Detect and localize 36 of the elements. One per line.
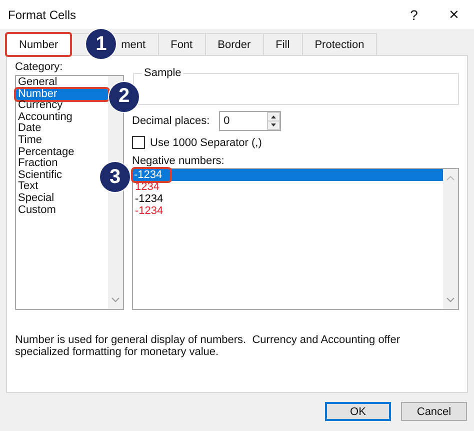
- category-item[interactable]: Fraction: [16, 158, 58, 170]
- category-item[interactable]: Scientific: [16, 170, 62, 182]
- category-item[interactable]: Special: [16, 192, 54, 205]
- spinner-arrows-icon[interactable]: [266, 112, 280, 130]
- category-item[interactable]: Accounting: [16, 112, 72, 124]
- scroll-down-icon[interactable]: [111, 297, 120, 303]
- category-label: Category:: [15, 61, 64, 73]
- cancel-button[interactable]: Cancel: [401, 402, 467, 421]
- decimal-places-field[interactable]: 0: [218, 111, 281, 131]
- negative-format-item[interactable]: -1234: [133, 193, 443, 205]
- scroll-down-icon[interactable]: [446, 297, 455, 303]
- description-text: Number is used for general display of numbers. Currency and Accounting offer specialized formatting for monetary value.: [15, 334, 401, 358]
- negative-format-item[interactable]: -1234: [133, 205, 443, 217]
- help-button[interactable]: ?: [394, 6, 434, 22]
- ok-button[interactable]: OK: [325, 402, 391, 421]
- separator-checkbox[interactable]: [132, 136, 145, 149]
- category-item[interactable]: Currency: [16, 100, 63, 112]
- sample-label: Sample: [142, 67, 184, 79]
- decimal-places-label: Decimal places:: [132, 115, 210, 127]
- negative-format-item[interactable]: 1234: [133, 181, 443, 193]
- category-item[interactable]: Text: [16, 181, 38, 193]
- step-badge: 1: [86, 29, 116, 59]
- category-item[interactable]: Percentage: [16, 146, 74, 158]
- category-item[interactable]: Custom: [16, 204, 56, 216]
- category-item[interactable]: Date: [16, 123, 42, 135]
- tab[interactable]: Protection: [302, 33, 378, 55]
- category-item[interactable]: Number: [16, 88, 108, 100]
- category-item[interactable]: Time: [16, 134, 42, 147]
- separator-label: Use 1000 Separator (,): [150, 136, 262, 148]
- step-badge: 3: [100, 162, 130, 192]
- window-title: Format Cells: [8, 8, 78, 22]
- scroll-up-icon[interactable]: [446, 175, 455, 181]
- step-badge: 2: [109, 82, 139, 112]
- tab[interactable]: Number: [6, 33, 72, 56]
- category-item[interactable]: General: [16, 77, 58, 89]
- close-button[interactable]: ×: [434, 4, 474, 24]
